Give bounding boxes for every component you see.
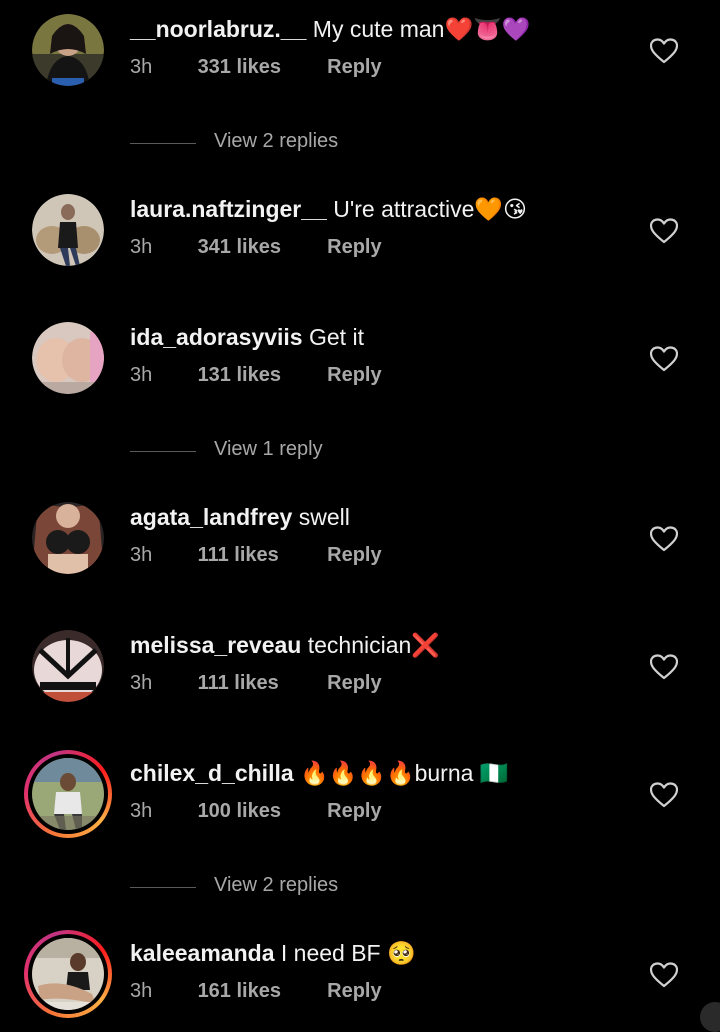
comment-text: swell xyxy=(298,504,350,530)
username-link[interactable]: melissa_reveau xyxy=(130,632,301,658)
comment-emoji: 🇳🇬 xyxy=(479,761,509,787)
likes-count[interactable]: 100 likes xyxy=(198,800,322,823)
view-replies-label: View 2 replies xyxy=(214,130,339,152)
comment-item: agata_landfrey swell 3h 111 likes Reply xyxy=(0,502,720,592)
username-link[interactable]: kaleeamanda xyxy=(130,940,274,966)
view-replies-button[interactable]: View 2 replies xyxy=(130,874,530,902)
comment-text: I need BF xyxy=(280,940,381,966)
username-link[interactable]: ida_adorasyviis xyxy=(130,324,303,350)
username-link[interactable]: laura.naftzinger__ xyxy=(130,196,327,222)
comment-emoji: 🥺 xyxy=(387,941,416,967)
comment-item: laura.naftzinger__ U're attractive🧡😘 3h … xyxy=(0,194,720,284)
comment-emoji: ❤️👅💜 xyxy=(444,17,531,43)
avatar[interactable] xyxy=(32,194,104,266)
avatar-story-ring[interactable] xyxy=(24,930,112,1018)
comment-meta: 3h 100 likes Reply xyxy=(130,800,382,823)
comment-text: Get it xyxy=(309,324,364,350)
username-link[interactable]: agata_landfrey xyxy=(130,504,292,530)
view-replies-button[interactable]: View 2 replies xyxy=(130,130,530,158)
comment-time: 3h xyxy=(130,800,153,822)
comment-text-line: laura.naftzinger__ U're attractive🧡😘 xyxy=(130,196,527,223)
comment-time: 3h xyxy=(130,544,153,566)
avatar[interactable] xyxy=(32,630,104,702)
comment-time: 3h xyxy=(130,980,153,1002)
comment-meta: 3h 331 likes Reply xyxy=(130,56,382,79)
view-replies-label: View 2 replies xyxy=(214,874,339,896)
heart-outline-icon[interactable] xyxy=(650,526,678,552)
comment-text-line: kaleeamanda I need BF 🥺 xyxy=(130,940,416,967)
reply-button[interactable]: Reply xyxy=(327,236,381,258)
comment-text-line: agata_landfrey swell xyxy=(130,504,350,531)
comment-time: 3h xyxy=(130,56,153,78)
comment-text: technician xyxy=(307,632,412,658)
view-replies-label: View 1 reply xyxy=(214,438,323,460)
comment-text: burna xyxy=(414,760,474,786)
comment-item: kaleeamanda I need BF 🥺 3h 161 likes Rep… xyxy=(0,930,720,1028)
reply-button[interactable]: Reply xyxy=(327,364,381,386)
comment-item: melissa_reveau technician❌ 3h 111 likes … xyxy=(0,630,720,720)
comment-text-line: ida_adorasyviis Get it xyxy=(130,324,364,351)
comment-text: U're attractive xyxy=(333,196,475,222)
likes-count[interactable]: 111 likes xyxy=(198,544,322,567)
username-link[interactable]: __noorlabruz.__ xyxy=(130,16,306,42)
view-replies-button[interactable]: View 1 reply xyxy=(130,438,530,466)
comment-item: ida_adorasyviis Get it 3h 131 likes Repl… xyxy=(0,322,720,412)
divider xyxy=(130,887,196,888)
avatar[interactable] xyxy=(32,502,104,574)
comment-meta: 3h 341 likes Reply xyxy=(130,236,382,259)
comment-meta: 3h 161 likes Reply xyxy=(130,980,382,1003)
reply-button[interactable]: Reply xyxy=(327,544,381,566)
heart-outline-icon[interactable] xyxy=(650,218,678,244)
reply-button[interactable]: Reply xyxy=(327,56,381,78)
comment-text-line: melissa_reveau technician❌ xyxy=(130,632,440,659)
comment-meta: 3h 131 likes Reply xyxy=(130,364,382,387)
comment-time: 3h xyxy=(130,672,153,694)
heart-outline-icon[interactable] xyxy=(650,654,678,680)
comment-emoji: 🔥🔥🔥🔥 xyxy=(300,761,415,787)
divider xyxy=(130,143,196,144)
comment-time: 3h xyxy=(130,236,153,258)
heart-outline-icon[interactable] xyxy=(650,346,678,372)
avatar[interactable] xyxy=(32,14,104,86)
comment-time: 3h xyxy=(130,364,153,386)
comment-emoji: ❌ xyxy=(411,633,440,659)
likes-count[interactable]: 161 likes xyxy=(198,980,322,1003)
reply-button[interactable]: Reply xyxy=(327,980,381,1002)
heart-outline-icon[interactable] xyxy=(650,782,678,808)
avatar-story-ring[interactable] xyxy=(24,750,112,838)
comment-emoji: 🧡😘 xyxy=(474,197,528,223)
heart-outline-icon[interactable] xyxy=(650,38,678,64)
heart-outline-icon[interactable] xyxy=(650,962,678,988)
reply-button[interactable]: Reply xyxy=(327,672,381,694)
comment-meta: 3h 111 likes Reply xyxy=(130,672,382,695)
divider xyxy=(130,451,196,452)
avatar[interactable] xyxy=(32,322,104,394)
comment-text-line: chilex_d_chilla 🔥🔥🔥🔥burna 🇳🇬 xyxy=(130,760,508,787)
comment-text: My cute man xyxy=(312,16,445,42)
username-link[interactable]: chilex_d_chilla xyxy=(130,760,294,786)
likes-count[interactable]: 131 likes xyxy=(198,364,322,387)
likes-count[interactable]: 111 likes xyxy=(198,672,322,695)
comment-meta: 3h 111 likes Reply xyxy=(130,544,382,567)
likes-count[interactable]: 341 likes xyxy=(198,236,322,259)
comment-item: __noorlabruz.__ My cute man❤️👅💜 3h 331 l… xyxy=(0,14,720,104)
reply-button[interactable]: Reply xyxy=(327,800,381,822)
comment-item: chilex_d_chilla 🔥🔥🔥🔥burna 🇳🇬 3h 100 like… xyxy=(0,750,720,848)
comment-text-line: __noorlabruz.__ My cute man❤️👅💜 xyxy=(130,16,530,43)
likes-count[interactable]: 331 likes xyxy=(198,56,322,79)
